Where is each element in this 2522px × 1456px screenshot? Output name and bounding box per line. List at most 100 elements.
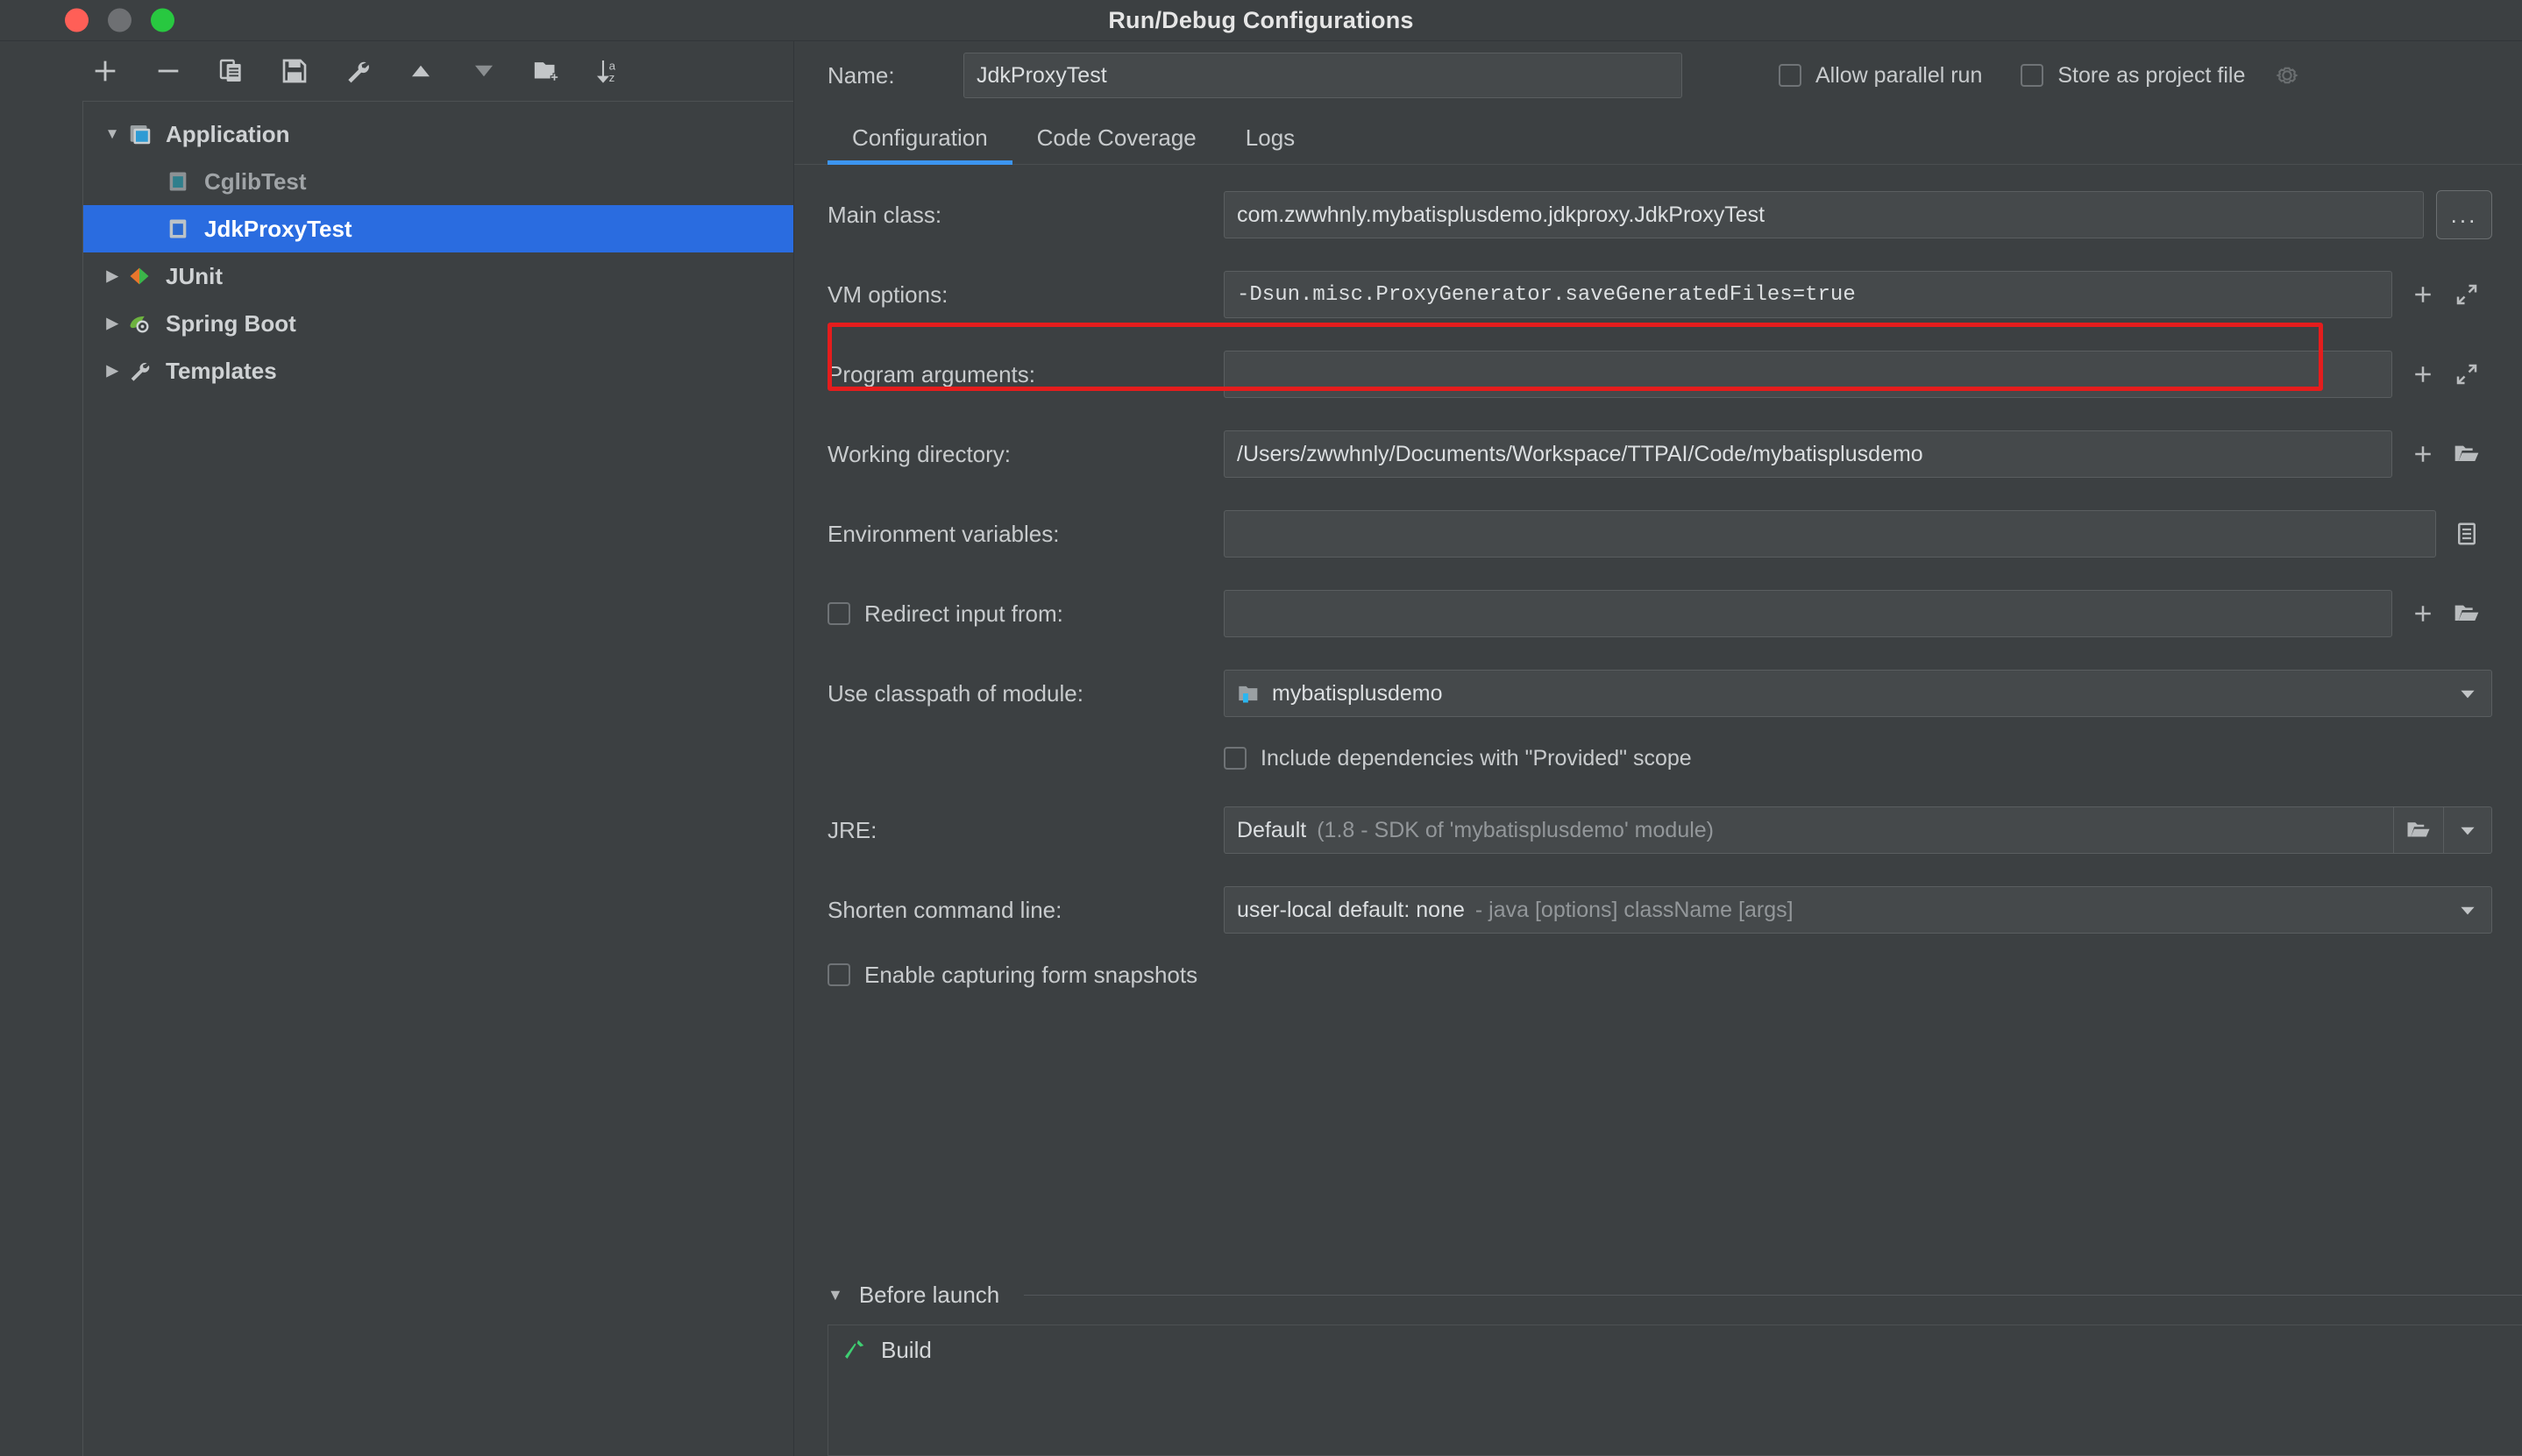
- vm-options-value: -Dsun.misc.ProxyGenerator.saveGeneratedF…: [1237, 282, 1856, 307]
- program-arguments-row: Program arguments:: [794, 347, 2522, 401]
- use-classpath-of-module-value: mybatisplusdemo: [1272, 680, 1443, 706]
- vm-options-input[interactable]: -Dsun.misc.ProxyGenerator.saveGeneratedF…: [1224, 271, 2392, 318]
- window-title: Run/Debug Configurations: [1108, 6, 1414, 33]
- junit-icon: [127, 264, 164, 288]
- minimize-window-button[interactable]: [108, 8, 131, 32]
- enable-form-snapshots-row[interactable]: Enable capturing form snapshots: [794, 953, 2522, 997]
- environment-variables-actions: [2436, 510, 2492, 558]
- chevron-down-icon[interactable]: [2444, 887, 2491, 933]
- working-directory-macro-add-icon[interactable]: [2406, 437, 2440, 471]
- store-as-project-file-option[interactable]: Store as project file: [2021, 63, 2299, 89]
- chevron-down-icon[interactable]: ▼: [828, 1286, 843, 1304]
- include-provided-dependencies-checkbox[interactable]: [1224, 747, 1247, 770]
- chevron-down-icon[interactable]: ▼: [97, 125, 127, 143]
- vm-options-expand-icon[interactable]: [2450, 278, 2483, 311]
- program-arguments-macro-add-icon[interactable]: [2406, 358, 2440, 391]
- include-provided-dependencies-row[interactable]: Include dependencies with "Provided" sco…: [794, 736, 2522, 780]
- main-class-value: com.zwwhnly.mybatisplusdemo.jdkproxy.Jdk…: [1237, 202, 1765, 227]
- working-directory-value: /Users/zwwhnly/Documents/Workspace/TTPAI…: [1237, 441, 1923, 466]
- environment-variables-label: Environment variables:: [828, 520, 1060, 547]
- tree-item-label: JUnit: [166, 262, 223, 289]
- use-classpath-of-module-combobox[interactable]: mybatisplusdemo: [1224, 670, 2492, 717]
- spring-boot-icon: [127, 311, 164, 336]
- tab-configuration[interactable]: Configuration: [828, 124, 1012, 165]
- tree-item-application[interactable]: ▼ Application: [83, 110, 793, 158]
- redirect-input-path-input[interactable]: [1224, 590, 2392, 637]
- allow-parallel-run-checkbox[interactable]: [1779, 64, 1801, 87]
- tree-item-label: Application: [166, 120, 290, 147]
- redirect-input-checkbox[interactable]: [828, 602, 850, 625]
- shorten-command-line-value: user-local default: none: [1237, 897, 1465, 922]
- redirect-input-label-group[interactable]: Redirect input from:: [828, 600, 1224, 628]
- module-icon: [1237, 681, 1261, 706]
- move-up-button[interactable]: [403, 53, 438, 89]
- program-arguments-input[interactable]: [1224, 351, 2392, 398]
- program-arguments-label: Program arguments:: [828, 360, 1035, 387]
- add-configuration-button[interactable]: [88, 53, 123, 89]
- application-icon: [127, 121, 164, 147]
- allow-parallel-run-label: Allow parallel run: [1815, 62, 1983, 88]
- move-down-button[interactable]: [466, 53, 501, 89]
- shorten-command-line-row: Shorten command line: user-local default…: [794, 883, 2522, 937]
- name-input[interactable]: [963, 53, 1682, 98]
- vm-options-row: VM options: -Dsun.misc.ProxyGenerator.sa…: [794, 267, 2522, 322]
- vm-options-macro-add-icon[interactable]: [2406, 278, 2440, 311]
- chevron-right-icon[interactable]: ▶: [97, 315, 127, 332]
- redirect-input-actions: [2392, 590, 2492, 637]
- main-class-input[interactable]: com.zwwhnly.mybatisplusdemo.jdkproxy.Jdk…: [1224, 191, 2424, 238]
- chevron-down-icon[interactable]: [2444, 671, 2491, 716]
- shorten-command-line-combobox[interactable]: user-local default: none - java [options…: [1224, 886, 2492, 934]
- gear-icon[interactable]: [2275, 63, 2299, 88]
- tree-item-cglibtest[interactable]: ▼ CglibTest: [83, 158, 793, 205]
- remove-configuration-button[interactable]: [151, 53, 186, 89]
- environment-variables-edit-icon[interactable]: [2450, 517, 2483, 550]
- jre-browse-icon[interactable]: [2393, 807, 2443, 853]
- tree-item-spring-boot[interactable]: ▶ Spring Boot: [83, 300, 793, 347]
- tab-logs[interactable]: Logs: [1221, 124, 1319, 164]
- vm-options-actions: [2392, 271, 2492, 318]
- jre-combobox[interactable]: Default (1.8 - SDK of 'mybatisplusdemo' …: [1224, 806, 2492, 854]
- traffic-lights: [65, 8, 174, 32]
- enable-form-snapshots-checkbox[interactable]: [828, 963, 850, 986]
- main-class-browse-button[interactable]: ...: [2436, 190, 2492, 239]
- tab-code-coverage[interactable]: Code Coverage: [1012, 124, 1221, 164]
- environment-variables-input[interactable]: [1224, 510, 2436, 558]
- before-launch-list[interactable]: Build: [828, 1325, 2522, 1456]
- before-launch-item-label: Build: [881, 1336, 932, 1363]
- working-directory-row: Working directory: /Users/zwwhnly/Docume…: [794, 427, 2522, 481]
- tree-item-label: CglibTest: [204, 167, 307, 195]
- class-icon: [166, 169, 202, 194]
- redirect-input-browse-icon[interactable]: [2450, 597, 2483, 630]
- edit-defaults-wrench-icon[interactable]: [340, 53, 375, 89]
- tree-item-junit[interactable]: ▶ JUnit: [83, 252, 793, 300]
- jre-hint: (1.8 - SDK of 'mybatisplusdemo' module): [1317, 817, 1715, 842]
- close-window-button[interactable]: [65, 8, 89, 32]
- configurations-tree[interactable]: ▼ Application ▼: [82, 101, 793, 1456]
- store-as-project-file-label: Store as project file: [2057, 62, 2246, 88]
- chevron-down-icon[interactable]: [2443, 807, 2491, 853]
- sort-az-button[interactable]: a z: [593, 53, 628, 89]
- save-configuration-button[interactable]: [277, 53, 312, 89]
- configuration-editor: Name: Allow parallel run Store as projec…: [793, 41, 2522, 1456]
- tree-item-templates[interactable]: ▶ Templates: [83, 347, 793, 394]
- before-launch-header[interactable]: ▼ Before launch: [828, 1272, 2522, 1318]
- copy-configuration-button[interactable]: [214, 53, 249, 89]
- chevron-right-icon[interactable]: ▶: [97, 362, 127, 380]
- use-classpath-of-module-row: Use classpath of module: mybatisplusdemo: [794, 666, 2522, 721]
- use-classpath-of-module-label: Use classpath of module:: [828, 679, 1083, 707]
- tree-item-jdkproxytest[interactable]: ▼ JdkProxyTest: [83, 205, 793, 252]
- new-folder-button[interactable]: [529, 53, 565, 89]
- build-hammer-icon: [841, 1337, 867, 1363]
- editor-tabs[interactable]: Configuration Code Coverage Logs: [794, 110, 2522, 165]
- store-as-project-file-checkbox[interactable]: [2021, 64, 2044, 87]
- title-bar: Run/Debug Configurations: [0, 0, 2522, 41]
- program-arguments-expand-icon[interactable]: [2450, 358, 2483, 391]
- chevron-right-icon[interactable]: ▶: [97, 267, 127, 285]
- working-directory-browse-icon[interactable]: [2450, 437, 2483, 471]
- before-launch-item-build[interactable]: Build: [828, 1325, 2522, 1374]
- maximize-window-button[interactable]: [151, 8, 174, 32]
- allow-parallel-run-option[interactable]: Allow parallel run: [1779, 63, 1982, 89]
- working-directory-input[interactable]: /Users/zwwhnly/Documents/Workspace/TTPAI…: [1224, 430, 2392, 478]
- redirect-input-macro-add-icon[interactable]: [2406, 597, 2440, 630]
- tree-item-label: Spring Boot: [166, 309, 296, 337]
